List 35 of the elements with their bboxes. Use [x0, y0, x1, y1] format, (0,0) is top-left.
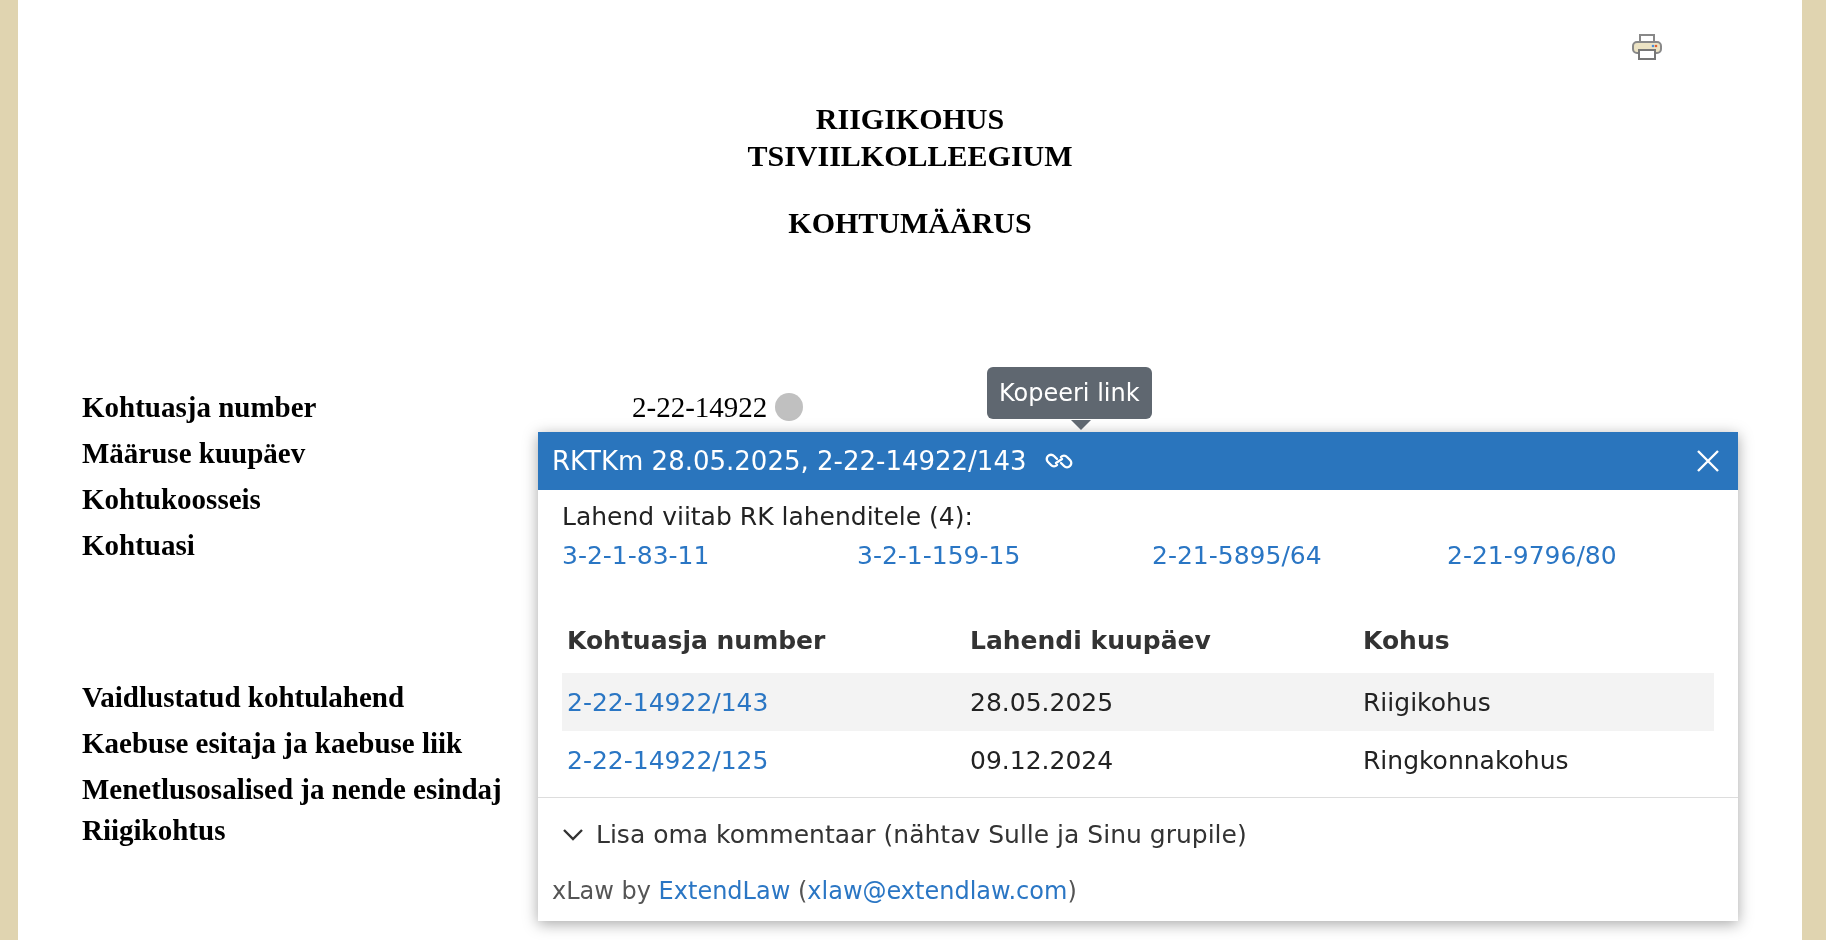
field-label: Menetlusosalised ja nende esindaj	[82, 772, 502, 806]
court-name: TSIVIILKOLLEEGIUM	[747, 138, 1073, 174]
court-name: RIIGIKOHUS	[815, 101, 1005, 137]
column-header: Kohtuasja number	[562, 626, 965, 673]
column-header: Kohus	[1358, 626, 1714, 673]
table-cell: 09.12.2024	[970, 745, 1114, 775]
field-label: Kohtuasja number	[82, 390, 317, 424]
field-label: Kaebuse esitaja ja kaebuse liik	[82, 726, 463, 760]
tooltip: Kopeeri link	[987, 367, 1152, 419]
footer-link[interactable]: ExtendLaw	[658, 877, 791, 905]
footer-link[interactable]: xlaw@extendlaw.com	[807, 877, 1068, 905]
reference-link[interactable]: 2-21-9796/80	[1447, 541, 1617, 570]
tooltip-pointer	[1071, 420, 1091, 430]
table-cell: Ringkonnakohus	[1363, 745, 1569, 775]
field-label: Kohtukoosseis	[82, 482, 261, 516]
table-cell: Riigikohus	[1363, 687, 1491, 717]
comment-toggle[interactable]: Lisa oma kommentaar (nähtav Sulle ja Sinu grupile)	[562, 820, 1247, 849]
reference-link[interactable]: 2-21-5895/64	[1152, 541, 1322, 570]
field-label: Vaidlustatud kohtulahend	[82, 680, 405, 714]
reference-link[interactable]: 3-2-1-159-15	[857, 541, 1021, 570]
field-label: Kohtuasi	[82, 528, 195, 562]
table-cell: 28.05.2025	[970, 687, 1114, 717]
print-icon[interactable]	[1632, 34, 1662, 60]
field-label: Määruse kuupäev	[82, 436, 306, 470]
case-link[interactable]: 2-22-14922/125	[567, 745, 769, 775]
field-label: Riigikohtus	[82, 813, 226, 847]
reference-link[interactable]: 3-2-1-83-11	[562, 541, 710, 570]
references-label: Lahend viitab RK lahenditele (4):	[562, 502, 974, 531]
footer-credit: xLaw by ExtendLaw (xlaw@extendlaw.com)	[551, 876, 1078, 907]
column-header: Lahendi kuupäev	[965, 626, 1358, 673]
dot-icon	[775, 393, 804, 421]
popup-title: RKTKm 28.05.2025, 2-22-14922/143	[552, 446, 1027, 476]
chevron-icon	[562, 827, 584, 842]
document-heading: KOHTUMÄÄRUS	[788, 205, 1032, 241]
field-value: 2-22-14922	[632, 390, 768, 424]
